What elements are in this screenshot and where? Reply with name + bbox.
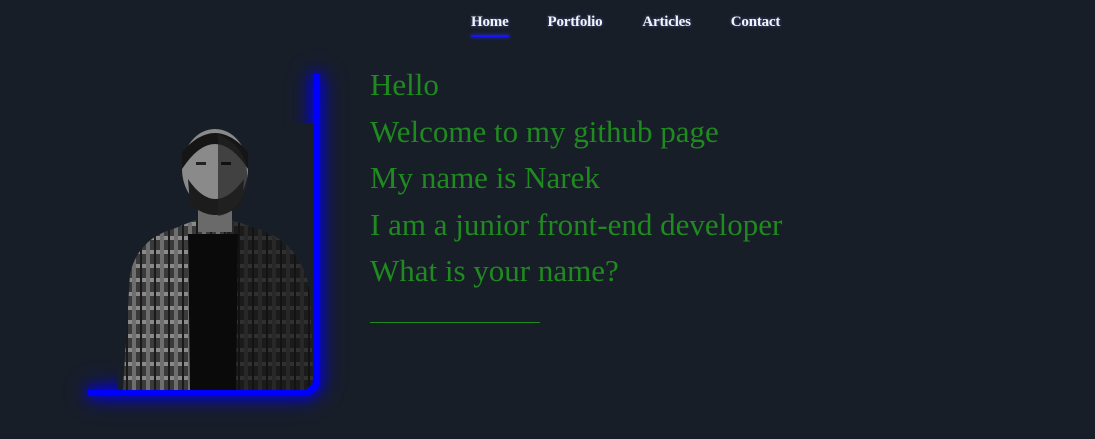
intro-line-role: I am a junior front-end developer <box>370 206 783 242</box>
person-silhouette-icon <box>123 129 313 390</box>
intro-line-hello: Hello <box>370 67 439 102</box>
nav-home-link[interactable]: Home <box>471 14 509 37</box>
nav-portfolio-link[interactable]: Portfolio <box>548 14 603 31</box>
nav-articles-link[interactable]: Articles <box>642 14 691 31</box>
intro-text: Hello Welcome to my github page My name … <box>370 62 782 295</box>
intro-line-question: What is your name? <box>370 253 619 288</box>
profile-photo <box>118 124 313 390</box>
intro-line-welcome: Welcome to my github page <box>370 113 719 149</box>
intro-line-name: My name is Narek <box>370 160 600 195</box>
profile-photo-frame <box>88 74 320 396</box>
main-nav: Home Portfolio Articles Contact <box>471 14 781 37</box>
nav-contact-link[interactable]: Contact <box>731 14 781 31</box>
name-input[interactable] <box>370 300 540 323</box>
